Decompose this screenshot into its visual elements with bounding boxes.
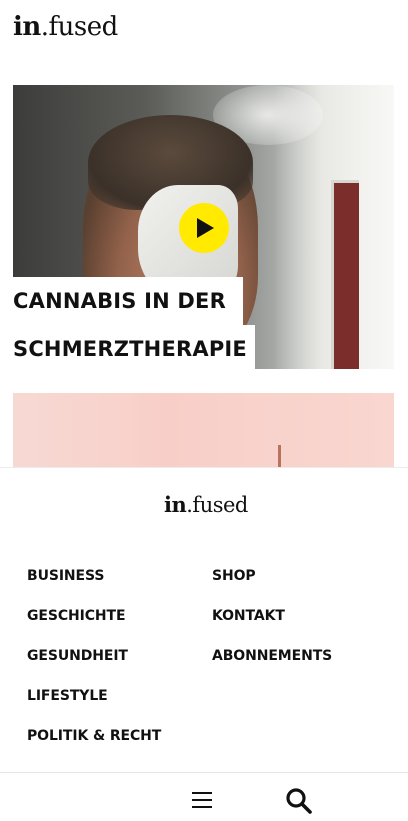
footer-link-geschichte[interactable]: GESCHICHTE: [27, 608, 126, 624]
play-icon: [197, 218, 214, 238]
site-logo[interactable]: in .fused: [13, 12, 118, 42]
footer-link-shop[interactable]: SHOP: [212, 568, 256, 584]
hamburger-menu-icon-line: [192, 799, 212, 801]
search-icon: [286, 788, 312, 814]
hero-title-line-2[interactable]: SCHMERZTHERAPIE: [13, 325, 255, 373]
hamburger-menu-icon-line: [192, 806, 212, 808]
menu-button[interactable]: [188, 789, 218, 811]
logo-regular-part: .fused: [40, 12, 119, 42]
logo-bold-part: in: [13, 12, 41, 42]
hamburger-menu-icon: [192, 792, 212, 794]
footer-logo-bold-part: in: [164, 492, 187, 517]
article-card-image[interactable]: [13, 393, 394, 473]
bottom-navigation-bar: [0, 772, 408, 821]
footer-link-gesundheit[interactable]: GESUNDHEIT: [27, 648, 128, 664]
video-play-button[interactable]: [179, 203, 229, 253]
footer-link-abonnements[interactable]: ABONNEMENTS: [212, 648, 332, 664]
footer-link-business[interactable]: BUSINESS: [27, 568, 104, 584]
footer-logo[interactable]: in .fused: [164, 492, 248, 517]
footer-link-politik-recht[interactable]: POLITIK & RECHT: [27, 728, 161, 744]
search-button[interactable]: [284, 786, 314, 816]
hero-title-line-1[interactable]: CANNABIS IN DER: [13, 277, 243, 325]
footer-link-kontakt[interactable]: KONTAKT: [212, 608, 285, 624]
footer-logo-regular-part: .fused: [186, 493, 248, 517]
image-door: [331, 180, 359, 369]
footer-link-lifestyle[interactable]: LIFESTYLE: [27, 688, 108, 704]
